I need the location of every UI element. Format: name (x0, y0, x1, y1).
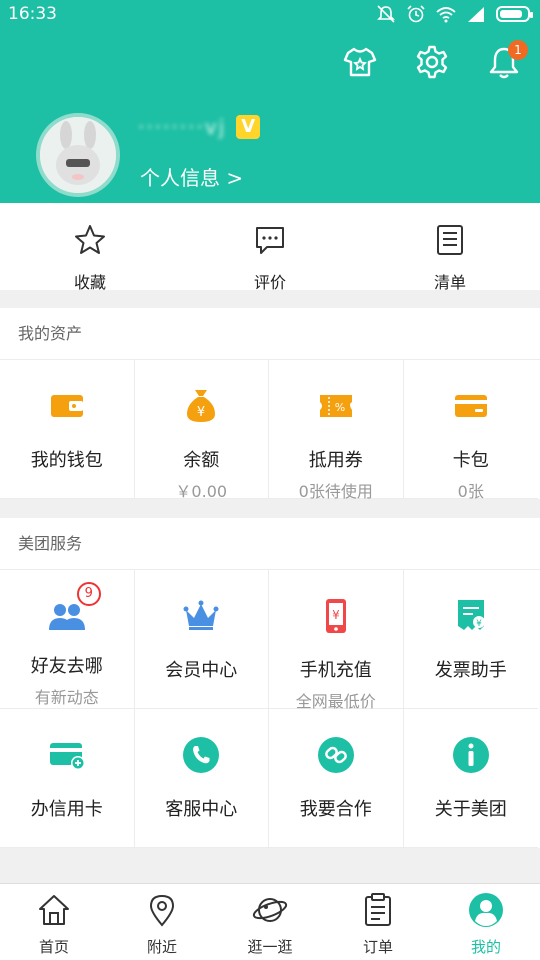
balance-value: ￥0.00 (175, 482, 228, 501)
coupons-button[interactable]: % 抵用券 0张待使用 (269, 360, 404, 501)
services-title: 美团服务 (0, 518, 540, 570)
tshirt-icon (343, 47, 377, 77)
coupons-label: 抵用券 (308, 450, 363, 471)
credit-card-button[interactable]: 办信用卡 (0, 709, 135, 848)
home-icon (39, 895, 69, 925)
favorites-button[interactable]: 收藏 (0, 203, 180, 292)
nav-nearby-label: 附近 (146, 938, 177, 956)
friends-sub: 有新动态 (34, 688, 99, 707)
coupon-icon: % (319, 395, 352, 417)
nav-home[interactable]: 首页 (0, 884, 108, 960)
location-icon (149, 894, 175, 927)
member-center-label: 会员中心 (165, 660, 238, 681)
mute-icon (377, 5, 395, 23)
nav-nearby[interactable]: 附近 (108, 884, 216, 960)
notifications-button[interactable]: 1 (486, 40, 528, 84)
planet-icon (252, 898, 288, 922)
profile-info-link[interactable]: 个人信息 > (140, 162, 243, 191)
customer-service-button[interactable]: 客服中心 (134, 709, 269, 848)
reviews-label: 评价 (253, 273, 286, 292)
nav-explore[interactable]: 逛一逛 (216, 884, 324, 960)
customer-service-icon (183, 737, 220, 773)
nav-orders[interactable]: 订单 (324, 884, 432, 960)
credit-card-icon (49, 743, 85, 770)
about-label: 关于美团 (434, 799, 507, 820)
bottom-nav: 首页 附近 逛一逛 订单 我的 (0, 883, 540, 960)
favorites-label: 收藏 (73, 273, 106, 292)
nav-mine[interactable]: 我的 (432, 884, 540, 960)
invoice-button[interactable]: ¥ 发票助手 (403, 570, 538, 709)
alarm-icon (407, 5, 425, 23)
settings-button[interactable] (414, 44, 450, 84)
card-wallet-label: 卡包 (452, 450, 489, 471)
star-icon (75, 225, 105, 254)
svg-text:¥: ¥ (476, 619, 482, 629)
status-time: 16:33 (8, 4, 57, 24)
avatar[interactable] (36, 113, 120, 197)
wallet-icon (50, 395, 83, 417)
balance-button[interactable]: ¥ 余额 ￥0.00 (134, 360, 269, 501)
phone-recharge-label: 手机充值 (299, 660, 372, 681)
credit-card-label: 办信用卡 (30, 799, 103, 820)
balance-label: 余额 (183, 450, 220, 471)
svg-text:¥: ¥ (197, 405, 205, 420)
friends-icon-wrap: 9 (47, 582, 101, 636)
svg-text:%: % (335, 401, 345, 414)
invoice-label: 发票助手 (434, 660, 507, 681)
friends-button[interactable]: 9 好友去哪 有新动态 (0, 570, 135, 709)
quick-actions: 收藏 评价 清单 (0, 203, 540, 292)
cooperation-label: 我要合作 (299, 799, 372, 820)
phone-recharge-icon: ¥ (325, 599, 346, 633)
customer-service-label: 客服中心 (165, 799, 238, 820)
list-icon (437, 225, 463, 255)
status-bar: 16:33 (0, 0, 540, 30)
assets-title: 我的资产 (0, 308, 540, 360)
wallet-button[interactable]: 我的钱包 (0, 360, 135, 499)
nav-orders-label: 订单 (362, 938, 393, 956)
battery-icon (496, 6, 533, 22)
card-wallet-button[interactable]: 卡包 0张 (403, 360, 538, 501)
signal-icon (468, 7, 484, 22)
cooperation-button[interactable]: 我要合作 (269, 709, 404, 848)
crown-icon (183, 600, 219, 630)
invoice-icon: ¥ (457, 600, 485, 630)
notification-badge: 1 (508, 40, 528, 60)
money-bag-icon: ¥ (187, 390, 216, 422)
vip-badge: V (236, 115, 261, 139)
svg-text:¥: ¥ (332, 608, 340, 622)
profile-icon (469, 893, 503, 927)
card-icon (454, 395, 487, 417)
nav-home-label: 首页 (38, 938, 69, 956)
nav-mine-label: 我的 (470, 938, 501, 956)
card-wallet-value: 0张 (457, 482, 484, 501)
about-button[interactable]: 关于美团 (403, 709, 538, 848)
list-button[interactable]: 清单 (360, 203, 540, 292)
profile-header: 16:33 1 ········vj V 个人信息 > (0, 0, 540, 203)
coupons-value: 0张待使用 (298, 482, 373, 501)
member-center-button[interactable]: 会员中心 (134, 570, 269, 709)
order-icon (365, 893, 391, 926)
list-label: 清单 (433, 273, 466, 292)
gear-icon (416, 45, 448, 79)
assets-section: 我的资产 我的钱包 ¥ 余额 ￥0.00 % 抵用券 0张待使用 卡包 0张 (0, 308, 540, 501)
wallet-label: 我的钱包 (30, 450, 103, 471)
services-section: 美团服务 9 好友去哪 有新动态 会员中心 ¥ 手机充值 全网最低价 ¥ 发票助… (0, 518, 540, 848)
friends-label: 好友去哪 (30, 656, 103, 677)
wifi-icon (436, 7, 456, 23)
skin-button[interactable] (342, 44, 378, 84)
nav-explore-label: 逛一逛 (247, 938, 293, 956)
cooperation-icon (317, 737, 354, 773)
phone-recharge-button[interactable]: ¥ 手机充值 全网最低价 (269, 570, 404, 711)
reviews-button[interactable]: 评价 (180, 203, 360, 292)
info-icon (452, 737, 489, 773)
comment-icon (256, 227, 284, 254)
friends-count-badge: 9 (76, 582, 101, 606)
bunny-avatar-icon (40, 117, 116, 193)
username: ········vj (138, 115, 227, 139)
